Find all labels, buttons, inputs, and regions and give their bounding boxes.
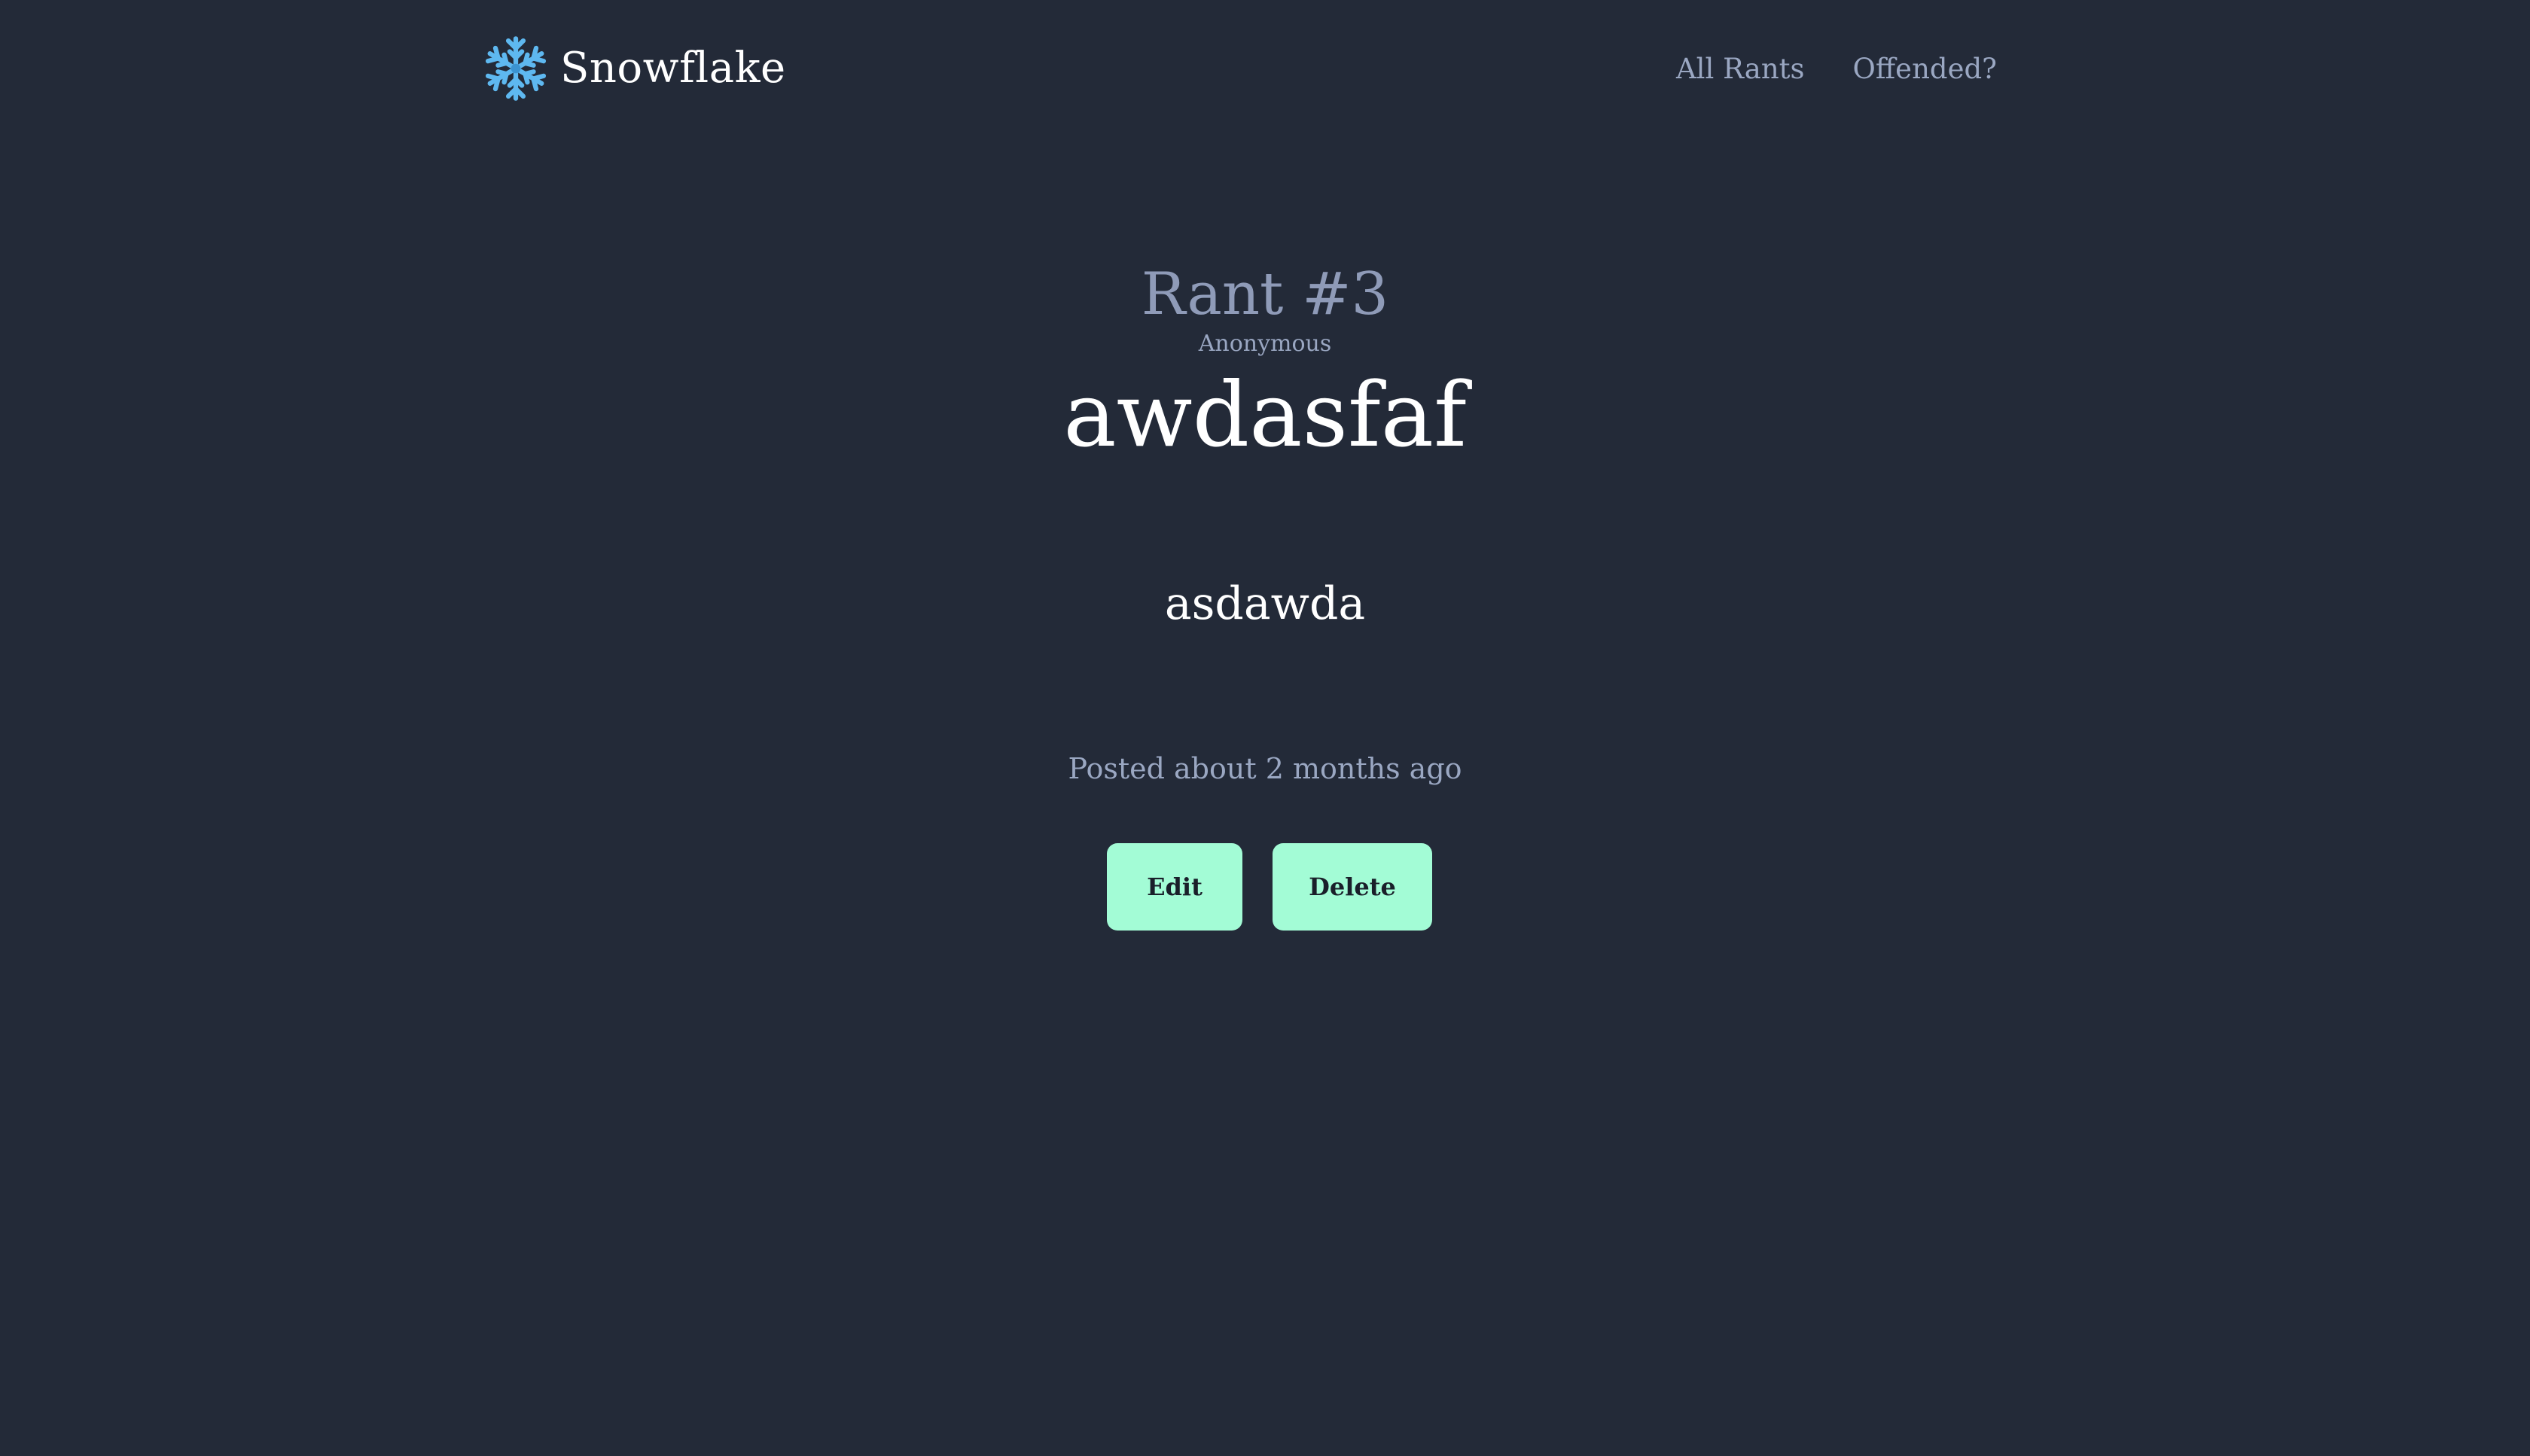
rant-body: asdawda (1164, 577, 1366, 630)
edit-button[interactable]: Edit (1107, 843, 1242, 931)
brand-link[interactable]: Snowflake (482, 31, 786, 106)
rant-detail: Rant #3 Anonymous awdasfaf asdawda Poste… (0, 256, 2530, 931)
posted-timestamp: Posted about 2 months ago (1068, 752, 1462, 785)
rant-number: Rant #3 (1141, 260, 1389, 328)
rant-actions: Edit Delete (0, 843, 2530, 931)
brand-name: Snowflake (560, 44, 786, 93)
rant-title: awdasfaf (1063, 363, 1467, 467)
nav-link-all-rants[interactable]: All Rants (1676, 53, 1805, 85)
page: Snowflake All Rants Offended? Rant #3 An… (0, 0, 2530, 1456)
nav-link-offended[interactable]: Offended? (1853, 53, 1997, 85)
nav-links: All Rants Offended? (1676, 53, 1997, 85)
navbar: Snowflake All Rants Offended? (482, 27, 2000, 110)
delete-button[interactable]: Delete (1273, 843, 1432, 931)
snowflake-icon (482, 31, 550, 106)
rant-author: Anonymous (1198, 330, 1332, 357)
